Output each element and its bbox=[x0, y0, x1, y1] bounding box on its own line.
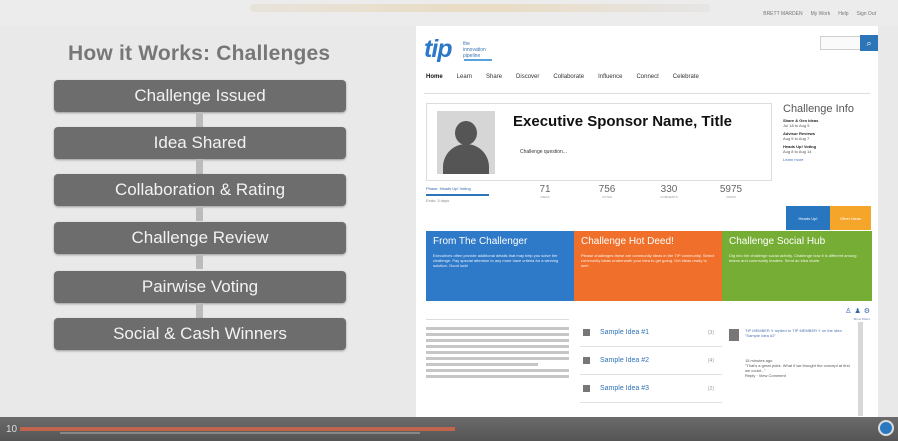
activity-feed: TIP MEMBER X replied to TIP MEMBER Y on … bbox=[729, 322, 867, 416]
challenge-info: Challenge Info Share & Gen Ideas Jul 18 t… bbox=[783, 103, 873, 218]
group-icon[interactable]: ♟ bbox=[854, 307, 860, 315]
sponsor-title: Executive Sponsor Name, Title bbox=[513, 113, 732, 130]
idea-title: Sample Idea #1 bbox=[600, 329, 650, 336]
show-filters-link[interactable]: Show Filters bbox=[853, 317, 870, 321]
panel-title: Challenge Social Hub bbox=[729, 236, 826, 247]
activity-headline[interactable]: TIP MEMBER X replied to TIP MEMBER Y on … bbox=[745, 328, 851, 338]
slide-title: How it Works: Challenges bbox=[68, 42, 331, 65]
top-bar: BRETT MARDEN My Work Help Sign Out bbox=[0, 0, 898, 26]
panel-text: Executives often provide additional deta… bbox=[433, 253, 559, 268]
slide-number: 10 bbox=[6, 424, 18, 435]
step-6: Social & Cash Winners bbox=[54, 318, 346, 350]
idea-count: (3) bbox=[707, 329, 714, 336]
idea-count: (4) bbox=[707, 357, 714, 364]
other-ideas-button[interactable]: Other Ideas bbox=[830, 206, 871, 230]
account-name[interactable]: BRETT MARDEN bbox=[763, 11, 802, 17]
challenge-question: Challenge question... bbox=[520, 149, 567, 155]
step-connector bbox=[196, 159, 203, 174]
activity-quote: 15 minutes ago "That's a great point. Wh… bbox=[745, 358, 851, 378]
timeline-item: Heads Up! Voting Aug 8 to Aug 14 bbox=[783, 144, 817, 154]
my-work-link[interactable]: My Work bbox=[811, 11, 831, 17]
comments-stat: 330 COMMENTS bbox=[660, 184, 678, 199]
idea-list-item[interactable]: Sample Idea #3 (2) bbox=[580, 375, 722, 403]
nav-share[interactable]: Share bbox=[486, 74, 502, 80]
panel-text: Dig into the challenge social activity. … bbox=[729, 253, 857, 263]
main-navigation: Home Learn Share Discover Collaborate In… bbox=[426, 74, 699, 80]
search-button[interactable]: ⌕ bbox=[860, 35, 878, 51]
step-connector bbox=[196, 303, 203, 318]
idea-list-item[interactable]: Sample Idea #2 (4) bbox=[580, 347, 722, 375]
phase-progress-bar bbox=[426, 194, 489, 196]
step-1: Challenge Issued bbox=[54, 80, 346, 112]
nav-learn[interactable]: Learn bbox=[457, 74, 472, 80]
hot-ideas-panel: Challenge Hot Deed! Please challenges th… bbox=[574, 231, 722, 301]
challenge-info-title: Challenge Info bbox=[783, 103, 854, 115]
footer-accent bbox=[20, 427, 455, 431]
step-5: Pairwise Voting bbox=[54, 271, 346, 303]
search-icon: ⌕ bbox=[866, 37, 872, 48]
settings-icon[interactable]: ⚙ bbox=[864, 307, 870, 315]
idea-count: (2) bbox=[707, 385, 714, 392]
timeline-item: Share & Gen Ideas Jul 18 to Aug 5 bbox=[783, 118, 819, 128]
step-connector bbox=[196, 112, 203, 127]
account-menu: BRETT MARDEN My Work Help Sign Out bbox=[763, 11, 876, 17]
footer-rule bbox=[60, 432, 420, 434]
idea-title: Sample Idea #3 bbox=[600, 385, 650, 392]
sponsor-card: Executive Sponsor Name, Title Challenge … bbox=[426, 103, 772, 181]
view-controls: ♙ ♟ ⚙ bbox=[845, 307, 870, 315]
idea-list-item[interactable]: Sample Idea #1 (3) bbox=[580, 319, 722, 347]
phase-label: Phase: Heads Up! Voting bbox=[426, 186, 471, 191]
globe-icon bbox=[878, 420, 894, 436]
votes-stat: 756 VOTES bbox=[598, 184, 616, 199]
timeline-item: Advisor Reviews Aug 5 to Aug 7 bbox=[783, 131, 816, 141]
social-hub-panel: Challenge Social Hub Dig into the challe… bbox=[722, 231, 872, 301]
learn-more-link[interactable]: Learn more bbox=[783, 157, 873, 162]
top-banner bbox=[250, 4, 710, 12]
nav-celebrate[interactable]: Celebrate bbox=[673, 74, 699, 80]
step-3: Collaboration & Rating bbox=[54, 174, 346, 206]
help-link[interactable]: Help bbox=[838, 11, 848, 17]
activity-links[interactable]: Reply · View Comment bbox=[745, 373, 851, 378]
phase-status: Phase: Heads Up! Voting Ends: 3 days bbox=[426, 186, 496, 203]
idea-title: Sample Idea #2 bbox=[600, 357, 650, 364]
ideas-stat: 71 IDEAS bbox=[539, 184, 551, 199]
heads-up-button[interactable]: Heads Up! bbox=[786, 206, 830, 230]
logo-subtitle: the innovation pipeline bbox=[463, 41, 486, 59]
nav-collaborate[interactable]: Collaborate bbox=[553, 74, 584, 80]
activity-scrollbar[interactable] bbox=[858, 322, 863, 416]
nav-discover[interactable]: Discover bbox=[516, 74, 539, 80]
step-connector bbox=[196, 206, 203, 221]
member-avatar bbox=[729, 329, 739, 341]
step-2: Idea Shared bbox=[54, 127, 346, 159]
idea-icon bbox=[583, 385, 590, 392]
challenge-stats: 71 IDEAS 756 VOTES 330 COMMENTS 5975 VIEWS bbox=[528, 184, 748, 199]
logo-underline bbox=[464, 59, 492, 61]
ideas-list: Sample Idea #1 (3) Sample Idea #2 (4) Sa… bbox=[580, 319, 722, 403]
challenge-page-screenshot: tip the innovation pipeline ⌕ Home Learn… bbox=[416, 26, 878, 417]
idea-icon bbox=[583, 329, 590, 336]
panel-title: Challenge Hot Deed! bbox=[581, 236, 674, 247]
panel-text: Please challenges these are community id… bbox=[581, 253, 714, 268]
idea-icon bbox=[583, 357, 590, 364]
nav-home[interactable]: Home bbox=[426, 74, 443, 80]
nav-divider bbox=[424, 93, 870, 94]
challenger-panel: From The Challenger Executives often pro… bbox=[426, 231, 574, 301]
nav-influence[interactable]: Influence bbox=[598, 74, 622, 80]
views-stat: 5975 VIEWS bbox=[719, 184, 743, 199]
sponsor-avatar bbox=[437, 111, 495, 174]
slide-footer: 10 bbox=[0, 417, 898, 441]
sign-out-link[interactable]: Sign Out bbox=[857, 11, 876, 17]
panel-title: From The Challenger bbox=[433, 236, 528, 247]
person-icon[interactable]: ♙ bbox=[845, 307, 851, 315]
process-slide: How it Works: Challenges Challenge Issue… bbox=[0, 26, 410, 436]
tip-logo[interactable]: tip bbox=[424, 35, 453, 64]
nav-connect[interactable]: Connect bbox=[636, 74, 658, 80]
step-4: Challenge Review bbox=[54, 222, 346, 254]
phase-ends: Ends: 3 days bbox=[426, 198, 450, 203]
challenge-description bbox=[426, 319, 569, 403]
step-connector bbox=[196, 254, 203, 269]
